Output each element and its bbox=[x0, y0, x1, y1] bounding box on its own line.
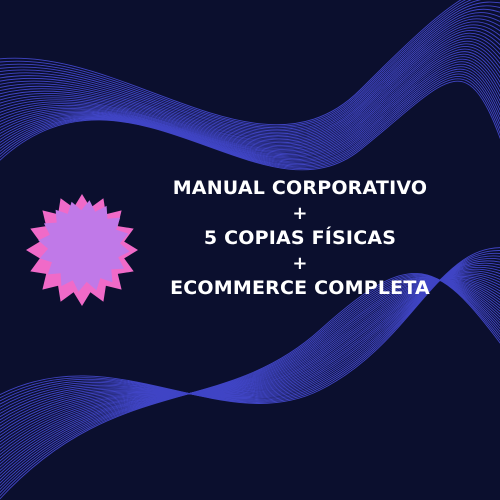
offer-text: MANUAL CORPORATIVO + 5 COPIAS FÍSICAS + … bbox=[150, 176, 450, 301]
starburst-badge bbox=[22, 192, 142, 308]
offer-line-manual: MANUAL CORPORATIVO bbox=[172, 177, 428, 199]
promo-canvas: MANUAL CORPORATIVO + 5 COPIAS FÍSICAS + … bbox=[0, 0, 500, 500]
plus-separator-1: + bbox=[292, 203, 308, 224]
offer-line-copies: 5 COPIAS FÍSICAS bbox=[203, 227, 397, 249]
offer-line-ecommerce: ECOMMERCE COMPLETA bbox=[170, 277, 430, 299]
plus-separator-2: + bbox=[292, 253, 308, 274]
